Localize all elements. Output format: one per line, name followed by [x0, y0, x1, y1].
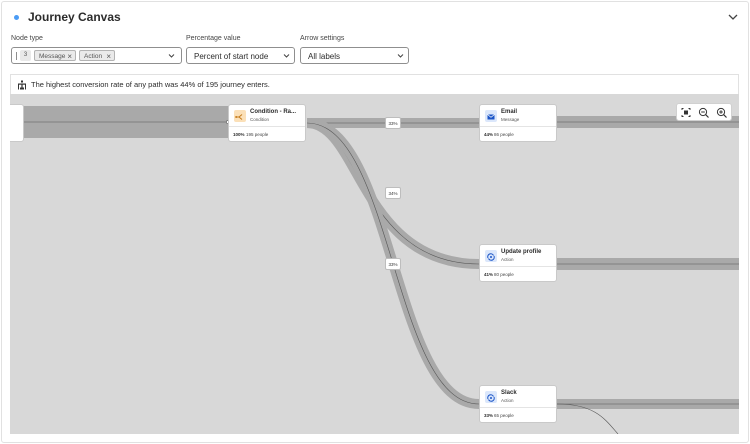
node-name: Slack [501, 390, 517, 396]
node-type: Action [501, 257, 514, 262]
path-label: 34% [385, 187, 401, 199]
percentage-value-select[interactable]: Percent of start node [186, 47, 295, 64]
percentage-value-label: Percentage value [186, 35, 241, 42]
remove-tag-icon[interactable]: × [67, 51, 72, 62]
chevron-down-icon[interactable] [726, 11, 740, 23]
zoom-out-icon[interactable] [697, 106, 711, 119]
node-people: 195 people [246, 132, 269, 137]
fit-to-screen-icon[interactable] [679, 106, 693, 119]
path-label: 33% [385, 258, 401, 270]
node-percent: 33% [484, 413, 494, 418]
node-name: Email [501, 109, 518, 115]
node-type: Condition [250, 117, 270, 122]
node-type: Message [501, 117, 520, 122]
flow-paths [10, 106, 739, 434]
node-people: 86 people [494, 132, 514, 137]
tag-label: Message [39, 53, 66, 60]
journey-flow-canvas[interactable]: Condition - Ra... Condition 100% 195 peo… [10, 94, 739, 434]
zoom-controls [676, 103, 732, 121]
node-type: Action [501, 398, 514, 403]
node-percent: 41% [484, 272, 494, 277]
remove-tag-icon[interactable]: × [106, 51, 111, 62]
insight-icon [18, 80, 26, 90]
node-type-label: Node type [11, 35, 43, 42]
tag-message: Message × [34, 50, 76, 61]
chevron-down-icon[interactable] [168, 53, 175, 59]
select-value: Percent of start node [194, 52, 269, 61]
node-people: 80 people [494, 272, 514, 277]
panel-title: Journey Canvas [28, 10, 121, 24]
action-icon [485, 391, 497, 403]
tag-action: Action × [79, 50, 115, 61]
action-icon [485, 250, 497, 262]
arrow-settings-select[interactable]: All labels [300, 47, 409, 64]
insight-banner: The highest conversion rate of any path … [10, 74, 739, 94]
node-name: Condition - Ra... [250, 109, 296, 115]
insight-text: The highest conversion rate of any path … [31, 80, 270, 89]
node-people: 65 people [494, 413, 514, 418]
node-email[interactable]: Email Message 44% 86 people [479, 104, 557, 142]
email-icon [485, 110, 497, 122]
path-label: 33% [385, 117, 401, 129]
chevron-down-icon [283, 54, 290, 58]
chevron-down-icon [397, 54, 404, 58]
node-type-multiselect[interactable]: 3 Message × Action × [11, 47, 182, 64]
status-dot [14, 15, 19, 20]
node-slack[interactable]: Slack Action 33% 65 people [479, 385, 557, 423]
node-percent: 100% [233, 132, 245, 137]
arrow-settings-label: Arrow settings [300, 35, 345, 42]
tag-label: Action [84, 53, 103, 60]
node-update-profile[interactable]: Update profile Action 41% 80 people [479, 244, 557, 282]
node-percent: 44% [484, 132, 494, 137]
node-name: Update profile [501, 249, 542, 255]
select-value: All labels [308, 52, 341, 61]
zoom-in-icon[interactable] [715, 106, 729, 119]
start-node[interactable] [10, 104, 24, 142]
selected-count-badge: 3 [20, 50, 31, 61]
condition-icon [234, 110, 246, 122]
node-condition[interactable]: Condition - Ra... Condition 100% 195 peo… [228, 104, 306, 142]
